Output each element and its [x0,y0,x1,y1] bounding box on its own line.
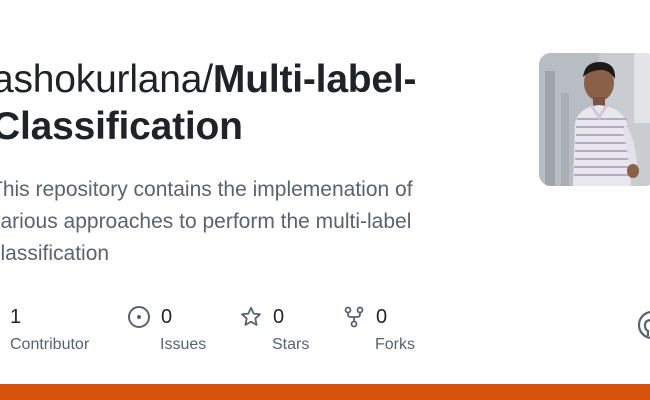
github-logo-icon [637,310,650,340]
stars-label: Stars [272,336,310,353]
repo-forked-icon [342,305,366,329]
owner-avatar[interactable] [539,53,650,186]
repo-title: ashokurlana/Multi-label-Classification [0,56,492,150]
stat-issues[interactable]: 0 Issues [127,300,206,356]
repo-social-card: ashokurlana/Multi-label-Classification T… [0,0,650,400]
forks-count: 0 [376,305,388,328]
stat-forks[interactable]: 0 Forks [342,300,415,356]
contributors-count: 1 [10,305,22,328]
repo-owner[interactable]: ashokurlana/ [0,58,213,101]
repo-stats: 1 Contributor 0 Issues 0 Stars 0 Forks [0,300,650,360]
issues-count: 0 [161,305,173,328]
stars-count: 0 [273,305,285,328]
contributors-label: Contributor [10,336,90,353]
star-icon [239,305,263,329]
repo-description: This repository contains the implemenati… [0,178,413,265]
issues-label: Issues [160,336,207,353]
forks-label: Forks [375,336,415,353]
issue-opened-icon [127,305,151,329]
language-color-bar [0,384,650,400]
avatar-photo-icon [539,53,650,186]
stat-stars[interactable]: 0 Stars [239,300,309,356]
stat-contributors[interactable]: 1 Contributor [10,300,89,356]
